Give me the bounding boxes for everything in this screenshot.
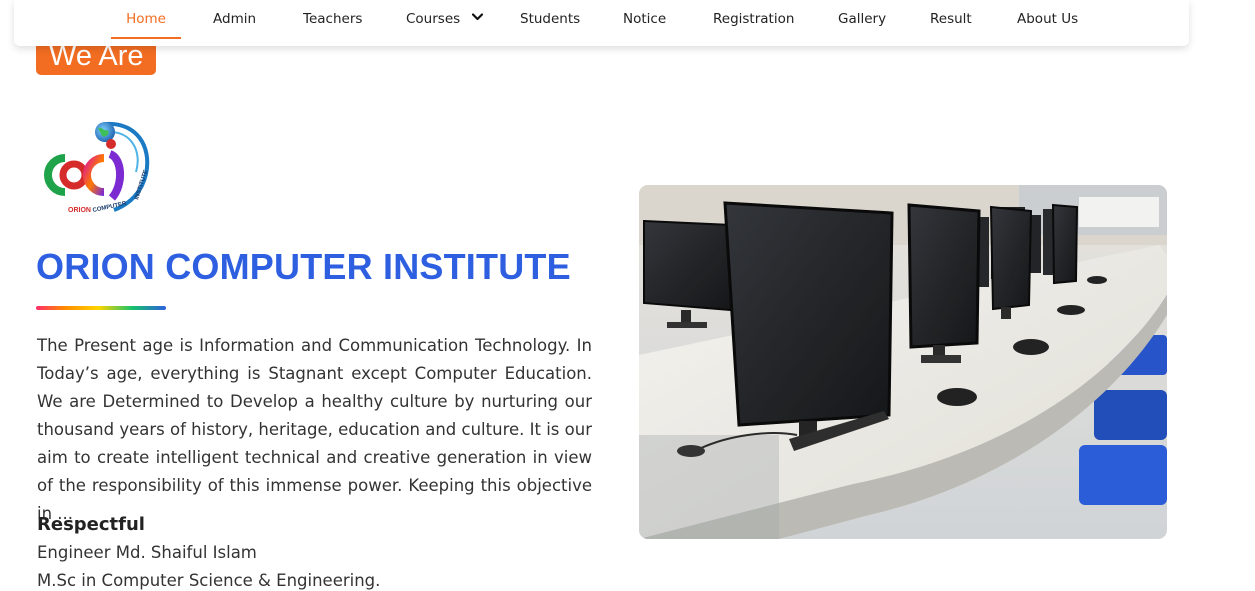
about-description: The Present age is Information and Commu…: [37, 336, 592, 523]
title-underline: [36, 306, 166, 310]
computer-lab-image: [639, 185, 1167, 539]
nav-about-us[interactable]: About Us: [1017, 0, 1078, 39]
nav-courses-label: Courses: [406, 11, 461, 27]
chevron-down-icon[interactable]: [472, 0, 484, 37]
nav-result-label: Result: [930, 11, 972, 27]
signature-name: Engineer Md. Shaiful Islam: [37, 543, 257, 562]
nav-teachers-label: Teachers: [303, 11, 363, 27]
institute-title: ORION COMPUTER INSTITUTE: [36, 246, 571, 287]
nav-notice-label: Notice: [623, 11, 667, 27]
nav-students[interactable]: Students: [520, 0, 580, 39]
nav-gallery-label: Gallery: [838, 11, 887, 27]
svg-text:INSTITUTE: INSTITUTE: [134, 169, 149, 200]
nav-registration-label: Registration: [713, 11, 795, 27]
main-navbar: Home Admin Teachers Courses Students Not…: [14, 0, 1189, 46]
nav-gallery[interactable]: Gallery: [838, 0, 886, 39]
nav-about-us-label: About Us: [1017, 11, 1079, 27]
signature-degree: M.Sc in Computer Science & Engineering.: [37, 571, 381, 590]
nav-teachers[interactable]: Teachers: [303, 0, 362, 39]
nav-students-label: Students: [520, 11, 581, 27]
nav-result[interactable]: Result: [930, 0, 972, 39]
nav-registration[interactable]: Registration: [713, 0, 794, 39]
svg-text:ORION: ORION: [68, 207, 91, 214]
signature-title: Respectful: [37, 514, 145, 535]
nav-home-label: Home: [126, 11, 166, 27]
nav-courses[interactable]: Courses: [406, 0, 484, 39]
institute-logo: ORION COMPUTER INSTITUTE: [38, 118, 158, 220]
svg-text:COMPUTER: COMPUTER: [92, 201, 127, 214]
nav-admin-label: Admin: [213, 11, 257, 27]
nav-admin[interactable]: Admin: [213, 0, 256, 39]
nav-home[interactable]: Home: [111, 0, 181, 39]
nav-notice[interactable]: Notice: [623, 0, 666, 39]
